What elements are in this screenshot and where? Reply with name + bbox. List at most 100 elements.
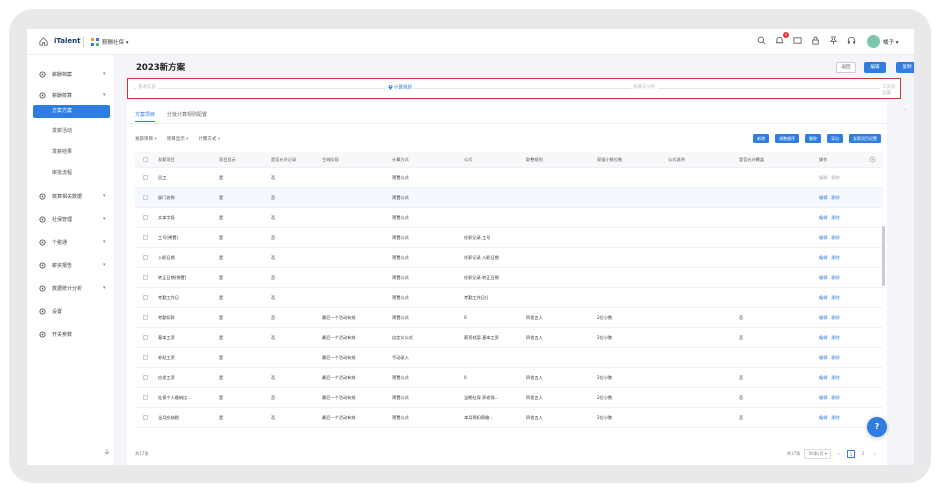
sidebar-subitem-plan[interactable]: 方案方案 — [33, 105, 110, 118]
copy-button[interactable]: 复制 — [896, 62, 914, 73]
step-calc-rules[interactable]: 计算规则 — [386, 84, 414, 91]
row-checkbox[interactable] — [143, 415, 148, 420]
select-all-checkbox[interactable] — [143, 157, 148, 162]
row-checkbox[interactable] — [143, 315, 148, 320]
sidebar-item-calc-data[interactable]: 核算相关数据 ▾ — [27, 189, 115, 203]
brand-logo[interactable]: iTalent — [54, 37, 80, 45]
row-checkbox[interactable] — [143, 195, 148, 200]
filter-pay-item[interactable]: 发薪项目 — [135, 136, 157, 142]
notification-bell[interactable]: 9 — [775, 32, 789, 45]
row-delete-link[interactable]: 删除 — [831, 295, 839, 301]
help-button[interactable]: ? — [867, 417, 887, 437]
page-2-button[interactable]: 2 — [859, 450, 867, 458]
table-row[interactable]: 入职日期 是 否 预置公式 任职记录.入职日期 编辑 删除 — [135, 248, 883, 268]
next-page-button[interactable]: › — [871, 450, 879, 458]
pay-item-settings-button[interactable]: 发薪项目设置 — [849, 134, 881, 143]
table-row[interactable]: 员工 是 否 预置公式 编辑 删除 — [135, 168, 883, 188]
row-delete-link[interactable]: 删除 — [831, 315, 839, 321]
row-delete-link[interactable]: 删除 — [831, 255, 839, 261]
table-row[interactable]: 社保个人缴纳比... 是 否 最后一个活动有效 预置公式 当期社保.养老保... 四舍五入 2… — [135, 388, 883, 408]
table-row[interactable]: 当月应纳税 是 否 最后一个活动有效 预置公式 本月预扣预缴... 四舍五入 2位小数 否 编辑删… — [135, 408, 883, 428]
table-row[interactable]: 文本字段 是 否 预置公式 编辑 删除 — [135, 208, 883, 228]
sidebar-subitem-approval[interactable]: 审批流程 — [52, 169, 72, 176]
lock-icon[interactable] — [811, 36, 820, 45]
delete-button[interactable]: 删除 — [805, 134, 821, 143]
back-button[interactable]: 返回 — [836, 62, 856, 73]
row-edit-link[interactable]: 编辑 — [819, 395, 827, 401]
row-edit-link[interactable]: 编辑 — [819, 175, 827, 181]
column-settings-icon[interactable] — [869, 156, 876, 163]
message-icon[interactable] — [793, 36, 802, 45]
module-switcher[interactable]: 薪酬社保 ▾ — [102, 38, 129, 46]
row-edit-link[interactable]: 编辑 — [819, 195, 827, 201]
table-row[interactable]: 考勤扣款 是 否 最后一个活动有效 预置公式 0 四舍五入 2位小数 否 编辑 删除 — [135, 308, 883, 328]
table-row[interactable]: 转正日期(預置) 是 否 预置公式 任职记录.转正日期 编辑 删除 — [135, 268, 883, 288]
row-delete-link[interactable]: 删除 — [831, 215, 839, 221]
table-row[interactable]: 基本工资 是 否 最后一个活动有效 自定义公式 薪资档案.基本工资 四舍五入 2位小数 否 编辑删… — [135, 328, 883, 348]
apps-grid-icon[interactable] — [91, 38, 99, 46]
row-checkbox[interactable] — [143, 355, 148, 360]
sidebar-item-report[interactable]: 薪资报告 ▾ — [27, 258, 115, 272]
row-delete-link[interactable]: 删除 — [831, 275, 839, 281]
step-basic-info[interactable]: 基本信息 — [136, 84, 158, 90]
row-delete-link[interactable]: 删除 — [831, 415, 839, 421]
vertical-scrollbar[interactable] — [882, 226, 885, 286]
step-analysis[interactable]: 核算与分析 — [631, 84, 658, 90]
row-delete-link[interactable]: 删除 — [831, 375, 839, 381]
table-row[interactable]: 部门名称 是 否 预置公式 编辑 删除 — [135, 188, 883, 208]
row-edit-link[interactable]: 编辑 — [819, 335, 827, 341]
row-checkbox[interactable] — [143, 255, 148, 260]
sidebar-item-analytics[interactable]: 数据统计分析 ▾ — [27, 281, 115, 295]
sidebar-item-salary-archive[interactable]: 薪酬档案 ▾ — [27, 67, 115, 81]
sidebar-item-salary-calc[interactable]: 薪酬核算 ▾ — [27, 88, 115, 102]
row-edit-link[interactable]: 编辑 — [819, 355, 827, 361]
filter-item-display[interactable]: 项目显示 — [167, 136, 189, 142]
row-checkbox[interactable] — [143, 275, 148, 280]
table-row[interactable]: 应发工资 是 否 最后一个活动有效 预置公式 0 四舍五入 2位小数 否 编辑 删除 — [135, 368, 883, 388]
export-button[interactable]: 导出 — [827, 134, 843, 143]
row-delete-link[interactable]: 删除 — [831, 355, 839, 361]
row-checkbox[interactable] — [143, 295, 148, 300]
sidebar-item-settings[interactable]: 设置 — [27, 304, 115, 318]
row-edit-link[interactable]: 编辑 — [819, 255, 827, 261]
table-row[interactable]: 考勤工作日 是 否 预置公式 考勤工作日() 编辑 删除 — [135, 288, 883, 308]
row-delete-link[interactable]: 删除 — [831, 175, 839, 181]
row-checkbox[interactable] — [143, 215, 148, 220]
prev-page-button[interactable]: ‹ — [835, 450, 843, 458]
filter-calc-method[interactable]: 计算方式 — [198, 136, 220, 142]
step-payslip[interactable]: 工资条设置 — [880, 84, 900, 96]
page-1-button[interactable]: 1 — [847, 450, 855, 458]
search-icon[interactable] — [757, 36, 766, 45]
sidebar-item-tax[interactable]: 个税通 ▾ — [27, 235, 115, 249]
sidebar-item-social[interactable]: 社保管理 ▾ — [27, 212, 115, 226]
table-row[interactable]: 工号(預置) 是 否 预置公式 任职记录.工号 编辑 删除 — [135, 228, 883, 248]
row-edit-link[interactable]: 编辑 — [819, 235, 827, 241]
tab-batch-rules[interactable]: 分批计算规则配置 — [167, 111, 207, 122]
row-delete-link[interactable]: 删除 — [831, 395, 839, 401]
tab-plan-items[interactable]: 方案项目 — [135, 111, 156, 122]
reorder-button[interactable]: 调整顺序 — [775, 134, 799, 143]
table-row[interactable]: 补贴工资 是 最后一个活动有效 手动录入 编辑 删除 — [135, 348, 883, 368]
row-edit-link[interactable]: 编辑 — [819, 375, 827, 381]
row-checkbox[interactable] — [143, 235, 148, 240]
row-delete-link[interactable]: 删除 — [831, 335, 839, 341]
sidebar-subitem-result[interactable]: 发薪结果 — [52, 148, 72, 155]
row-edit-link[interactable]: 编辑 — [819, 295, 827, 301]
home-icon[interactable] — [39, 37, 48, 46]
row-edit-link[interactable]: 编辑 — [819, 415, 827, 421]
user-menu[interactable]: 橘子 ▾ — [867, 35, 899, 48]
row-edit-link[interactable]: 编辑 — [819, 315, 827, 321]
row-edit-link[interactable]: 编辑 — [819, 275, 827, 281]
page-size-select[interactable]: 50条/页 ▾ — [804, 449, 831, 459]
row-edit-link[interactable]: 编辑 — [819, 215, 827, 221]
support-icon[interactable] — [847, 36, 856, 45]
row-checkbox[interactable] — [143, 375, 148, 380]
row-checkbox[interactable] — [143, 395, 148, 400]
pin-icon[interactable] — [829, 36, 838, 45]
row-delete-link[interactable]: 删除 — [831, 235, 839, 241]
edit-button[interactable]: 编辑 — [864, 62, 886, 73]
add-button[interactable]: 新增 — [753, 134, 769, 143]
sidebar-item-params[interactable]: 开关参数 — [27, 327, 115, 341]
sidebar-subitem-activity[interactable]: 发薪活动 — [52, 127, 72, 134]
side-collapse-icon[interactable]: ‹ — [904, 107, 906, 113]
